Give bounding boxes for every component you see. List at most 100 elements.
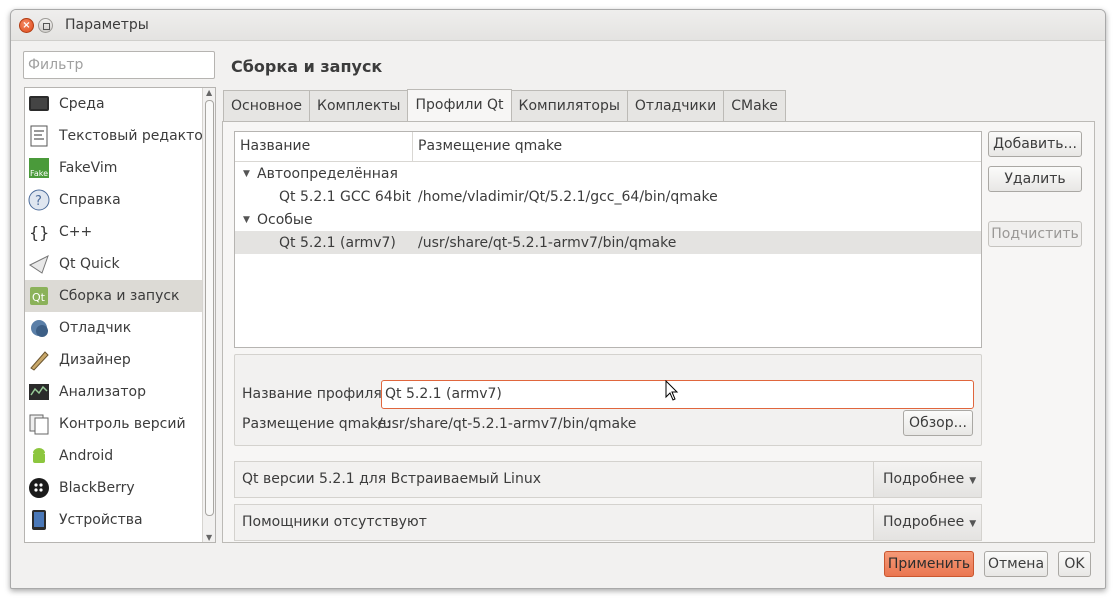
- sidebar-item-label: Устройства: [59, 512, 143, 528]
- helpers-details-toggle[interactable]: Подробнее ▼: [873, 505, 981, 540]
- tab[interactable]: Основное: [223, 90, 311, 122]
- qt-versions-tree: Название Размещение qmake ▼ Автоопределё…: [234, 131, 982, 348]
- android-icon: [28, 445, 50, 467]
- version-details-box: Название профиля: Qt 5.2.1 (armv7) Разме…: [234, 354, 982, 446]
- cleanup-button[interactable]: Подчистить: [988, 221, 1082, 247]
- column-header-name[interactable]: Название: [235, 132, 413, 161]
- helpers-info-text: Помощники отсутствуют: [242, 514, 427, 530]
- tree-group-autodetected[interactable]: ▼ Автоопределённая: [235, 162, 981, 185]
- qt-quick-icon: [28, 253, 50, 275]
- remove-button[interactable]: Удалить: [988, 166, 1082, 192]
- fakevim-icon: Fake: [28, 157, 50, 179]
- tab[interactable]: Комплекты: [309, 90, 409, 122]
- sidebar-item[interactable]: Fake FakeVim: [25, 152, 215, 184]
- sidebar-item[interactable]: Дизайнер: [25, 344, 215, 376]
- tab-panel-qt-versions: Название Размещение qmake ▼ Автоопределё…: [222, 121, 1095, 543]
- settings-category-list: Среда Текстовый редактор Fake FakeVim? Справ…: [24, 87, 216, 543]
- svg-text:{}: {}: [29, 223, 49, 242]
- sidebar-item[interactable]: Qt Сборка и запуск: [25, 280, 215, 312]
- analyzer-icon: [28, 381, 50, 403]
- qt-version-info-box: Qt версии 5.2.1 для Встраиваемый Linux П…: [234, 461, 982, 498]
- details-toggle-label: Подробнее: [883, 471, 965, 487]
- text-editor-icon: [28, 125, 50, 147]
- tree-row-selected[interactable]: Qt 5.2.1 (armv7) /usr/share/qt-5.2.1-arm…: [235, 231, 981, 254]
- mouse-cursor-icon: [665, 380, 679, 401]
- sidebar-item-label: BlackBerry: [59, 480, 135, 496]
- sidebar-item-label: Среда: [59, 96, 105, 112]
- maximize-window-button[interactable]: [38, 18, 53, 33]
- qmake-location-label: Размещение qmake:: [242, 416, 391, 432]
- build-run-icon: Qt: [28, 285, 50, 307]
- sidebar-item-label: Qt Quick: [59, 256, 120, 272]
- tree-header: Название Размещение qmake: [235, 132, 981, 162]
- sidebar-item-label: Контроль версий: [59, 416, 186, 432]
- scroll-down-icon[interactable]: ▼: [206, 533, 212, 542]
- qt-version-info-text: Qt версии 5.2.1 для Встраиваемый Linux: [242, 471, 541, 487]
- svg-text:Fake: Fake: [30, 169, 48, 178]
- sidebar-item[interactable]: BlackBerry: [25, 472, 215, 504]
- sidebar-item[interactable]: Контроль версий: [25, 408, 215, 440]
- sidebar-item-label: Дизайнер: [59, 352, 131, 368]
- devices-icon: [28, 509, 50, 531]
- blackberry-icon: [28, 477, 50, 499]
- qmake-location-value: /usr/share/qt-5.2.1-armv7/bin/qmake: [378, 416, 637, 432]
- add-button[interactable]: Добавить...: [988, 131, 1082, 157]
- sidebar-item-label: Сборка и запуск: [59, 288, 180, 304]
- sidebar-item[interactable]: Qt Quick: [25, 248, 215, 280]
- sidebar-item[interactable]: Анализатор: [25, 376, 215, 408]
- tree-group-manual[interactable]: ▼ Особые: [235, 208, 981, 231]
- tree-row[interactable]: Qt 5.2.1 GCC 64bit /home/vladimir/Qt/5.2…: [235, 185, 981, 208]
- qt-version-name: Qt 5.2.1 GCC 64bit: [279, 188, 411, 205]
- title-bar: × Параметры: [11, 10, 1105, 41]
- qt-version-path: /usr/share/qt-5.2.1-armv7/bin/qmake: [418, 234, 677, 251]
- filter-input[interactable]: Фильтр: [23, 51, 215, 79]
- tab[interactable]: CMake: [723, 90, 786, 122]
- apply-button[interactable]: Применить: [884, 551, 974, 577]
- sidebar-item-label: Отладчик: [59, 320, 132, 336]
- cancel-button[interactable]: Отмена: [984, 551, 1048, 577]
- cpp-braces-icon: {}: [28, 221, 50, 243]
- sidebar-item-label: FakeVim: [59, 160, 118, 176]
- tab[interactable]: Профили Qt: [407, 89, 512, 122]
- profile-name-label: Название профиля:: [242, 386, 387, 402]
- sidebar-item[interactable]: Устройства: [25, 504, 215, 536]
- sidebar-item[interactable]: Отладчик: [25, 312, 215, 344]
- sidebar-item-label: C++: [59, 224, 93, 240]
- scroll-up-icon[interactable]: ▲: [206, 88, 212, 97]
- close-window-button[interactable]: ×: [19, 18, 34, 33]
- group-label: Автоопределённая: [257, 165, 398, 182]
- svg-text:Qt: Qt: [32, 291, 46, 304]
- settings-window: × Параметры Фильтр Среда Текстовый редакт…: [10, 9, 1106, 589]
- dropdown-arrow-icon: ▼: [969, 519, 977, 529]
- ok-button[interactable]: OK: [1058, 551, 1091, 577]
- column-header-qmake-path[interactable]: Размещение qmake: [413, 132, 981, 161]
- sidebar-item-label: Android: [59, 448, 114, 464]
- tab[interactable]: Компиляторы: [510, 90, 628, 122]
- browse-button[interactable]: Обзор...: [903, 410, 973, 436]
- window-title: Параметры: [65, 17, 149, 33]
- sidebar-item[interactable]: Текстовый редактор: [25, 120, 215, 152]
- qt-version-name: Qt 5.2.1 (armv7): [279, 234, 396, 251]
- dropdown-arrow-icon: ▼: [969, 476, 977, 486]
- version-control-icon: [28, 413, 50, 435]
- tab-bar: Основное Комплекты Профили Qt Компиляторы От…: [223, 89, 786, 122]
- expand-arrow-icon[interactable]: ▼: [243, 169, 253, 179]
- sidebar-item-label: Текстовый редактор: [59, 128, 212, 144]
- sidebar-item[interactable]: Среда: [25, 88, 215, 120]
- sidebar-item-label: Справка: [59, 192, 121, 208]
- sidebar-scrollbar[interactable]: ▲ ▼: [202, 88, 215, 542]
- details-toggle-label: Подробнее: [883, 514, 965, 530]
- monitor-icon: [28, 93, 50, 115]
- sidebar-item[interactable]: {} C++: [25, 216, 215, 248]
- debugging-helpers-box: Помощники отсутствуют Подробнее ▼: [234, 504, 982, 541]
- sidebar-item[interactable]: ? Справка: [25, 184, 215, 216]
- expand-arrow-icon[interactable]: ▼: [243, 215, 253, 225]
- designer-icon: [28, 349, 50, 371]
- scrollbar-thumb[interactable]: [205, 100, 214, 516]
- sidebar-item[interactable]: Android: [25, 440, 215, 472]
- svg-text:?: ?: [35, 194, 42, 209]
- version-details-toggle[interactable]: Подробнее ▼: [873, 462, 981, 497]
- group-label: Особые: [257, 211, 313, 228]
- sidebar-item-label: Анализатор: [59, 384, 146, 400]
- tab[interactable]: Отладчики: [626, 90, 725, 122]
